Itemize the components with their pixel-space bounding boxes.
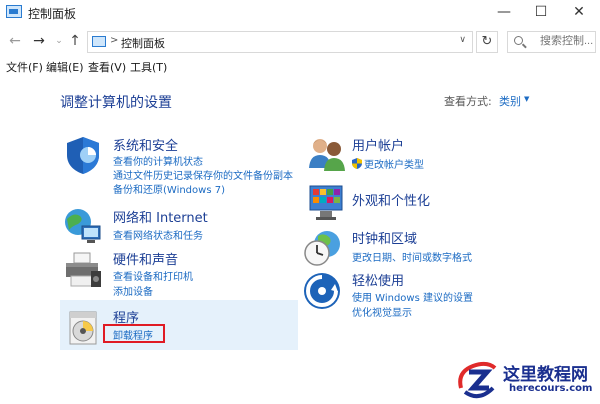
category-title-appearance[interactable]: 外观和个性化 (352, 190, 430, 209)
programs-disc-icon (69, 311, 97, 345)
address-bar[interactable]: > 控制面板 ∨ (87, 31, 473, 53)
maximize-button[interactable]: ☐ (523, 0, 559, 26)
network-globe-icon (65, 209, 101, 243)
chevron-down-icon[interactable]: ▼ (524, 95, 529, 103)
window-title: 控制面板 (28, 7, 77, 21)
address-row: ← → ⌄ ↑ > 控制面板 ∨ ↻ (0, 28, 600, 56)
watermark: 这里教程网 herecours.com (457, 356, 600, 404)
search-input[interactable] (540, 35, 596, 47)
link-network-status[interactable]: 查看网络状态和任务 (113, 227, 203, 242)
watermark-site-name: 这里教程网 (503, 365, 588, 385)
link-file-history-backup[interactable]: 通过文件历史记录保存你的文件备份副本 (113, 167, 293, 182)
refresh-button[interactable]: ↻ (476, 31, 498, 53)
shield-icon (67, 137, 99, 174)
watermark-logo-icon (458, 361, 497, 399)
category-title-user-accounts[interactable]: 用户帐户 (352, 135, 404, 154)
appearance-palette-icon (309, 185, 343, 220)
clock-globe-icon (304, 231, 340, 266)
link-devices-printers[interactable]: 查看设备和打印机 (113, 268, 193, 283)
page-title: 调整计算机的设置 (60, 95, 172, 111)
view-by-label: 查看方式: (444, 95, 492, 108)
link-view-computer-status[interactable]: 查看你的计算机状态 (113, 153, 203, 168)
watermark-site-url: herecours.com (509, 383, 593, 394)
menu-file[interactable]: 文件(F) (6, 59, 43, 75)
close-button[interactable]: ✕ (561, 0, 597, 26)
link-optimize-visual-display[interactable]: 优化视觉显示 (352, 304, 412, 319)
link-backup-restore[interactable]: 备份和还原(Windows 7) (113, 181, 225, 196)
menu-view[interactable]: 查看(V) (88, 59, 126, 75)
address-path[interactable]: 控制面板 (121, 35, 165, 51)
category-title-hardware-sound[interactable]: 硬件和声音 (113, 249, 178, 268)
search-box[interactable] (507, 31, 596, 53)
ease-of-access-icon (304, 273, 340, 309)
uac-shield-icon (352, 158, 362, 169)
back-button[interactable]: ← (6, 32, 24, 50)
search-icon (514, 36, 523, 45)
link-add-device[interactable]: 添加设备 (113, 283, 153, 298)
users-icon (309, 139, 345, 171)
address-dropdown-button[interactable]: ∨ (459, 35, 466, 45)
title-bar: 控制面板 — ☐ ✕ (0, 0, 600, 26)
category-title-ease-of-access[interactable]: 轻松使用 (352, 270, 404, 289)
up-button[interactable]: ↑ (66, 32, 84, 50)
menu-bar: 文件(F) 编辑(E) 查看(V) 工具(T) (0, 58, 600, 76)
link-change-date-time-format[interactable]: 更改日期、时间或数字格式 (352, 249, 472, 264)
printer-icon (66, 252, 101, 287)
menu-edit[interactable]: 编辑(E) (46, 59, 84, 75)
category-title-clock-region[interactable]: 时钟和区域 (352, 228, 417, 247)
category-title-system-security[interactable]: 系统和安全 (113, 135, 178, 154)
link-change-account-type-label[interactable]: 更改帐户类型 (364, 160, 424, 171)
menu-tools[interactable]: 工具(T) (130, 59, 167, 75)
view-by-dropdown[interactable]: 类别 (499, 93, 521, 109)
annotation-highlight-box (103, 324, 165, 343)
link-windows-recommended-settings[interactable]: 使用 Windows 建议的设置 (352, 289, 473, 304)
path-separator: > (110, 35, 119, 46)
control-panel-icon (6, 5, 22, 18)
category-title-network[interactable]: 网络和 Internet (113, 207, 208, 226)
minimize-button[interactable]: — (486, 0, 522, 26)
control-panel-icon (92, 36, 106, 47)
link-change-account-type[interactable]: 更改帐户类型 (352, 156, 424, 171)
forward-button[interactable]: → (30, 32, 48, 50)
